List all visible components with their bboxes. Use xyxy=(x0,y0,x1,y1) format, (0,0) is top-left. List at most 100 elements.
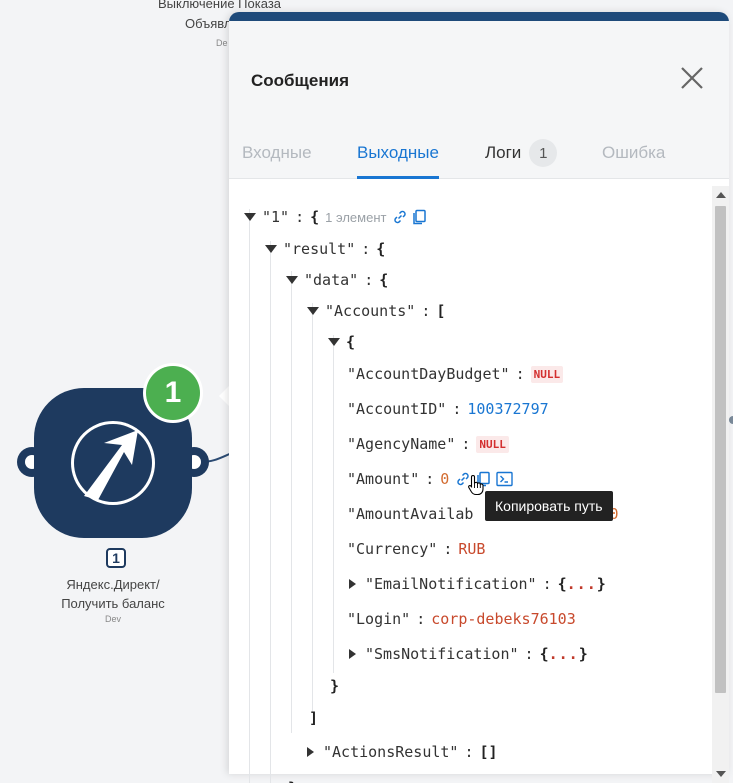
collapse-toggle[interactable] xyxy=(328,338,340,346)
operations-count-badge[interactable]: 1 xyxy=(146,366,200,420)
tree-colon: : xyxy=(542,575,552,593)
panel-header: Сообщения xyxy=(229,21,729,129)
tree-colon: : xyxy=(421,302,431,320)
node-dev-label: Dev xyxy=(104,614,121,624)
expand-toggle[interactable] xyxy=(349,579,356,589)
tree-row-sms-notification: "SmsNotification" : { ... } xyxy=(349,643,588,665)
tab-input[interactable]: Входные xyxy=(242,128,312,178)
tree-key: "1" xyxy=(262,208,290,226)
tree-brace: { xyxy=(376,240,386,258)
node-index-badge: 1 xyxy=(106,548,126,568)
tree-row-amount: "Amount" : 0 xyxy=(347,468,514,490)
collapse-toggle[interactable] xyxy=(307,307,319,315)
tree-guide xyxy=(291,271,292,733)
tree-colon: : xyxy=(515,365,525,383)
tree-key: "AccountDayBudget" xyxy=(347,365,510,383)
tree-row-accounts-close: ] xyxy=(309,707,318,729)
collapse-toggle[interactable] xyxy=(286,276,298,284)
tree-brace: { xyxy=(379,271,389,289)
tree-row-email-notification: "EmailNotification" : { ... } xyxy=(349,573,606,595)
tree-key: "Login" xyxy=(347,610,411,628)
collapsed-ellipsis[interactable]: ... xyxy=(567,575,597,593)
scroll-down-arrow-icon[interactable] xyxy=(716,771,726,777)
tree-key: "Amount" xyxy=(347,470,420,488)
tree-colon: : xyxy=(295,208,305,226)
close-icon[interactable] xyxy=(679,65,705,91)
tree-brace: { xyxy=(346,333,356,351)
expand-toggle[interactable] xyxy=(349,649,356,659)
tree-guide xyxy=(333,335,334,673)
collapse-toggle[interactable] xyxy=(244,213,256,221)
tree-row-item: { xyxy=(328,331,355,353)
tree-brace: } xyxy=(596,575,606,593)
tree-colon: : xyxy=(364,271,374,289)
tree-brace: { xyxy=(539,645,549,663)
tab-bar: Входные Выходные Логи 1 Ошибка xyxy=(229,128,729,179)
tree-empty-array: [] xyxy=(479,743,498,761)
tree-key: "EmailNotification" xyxy=(365,575,537,593)
tree-brace: } xyxy=(330,677,340,695)
bg-node-label: Выключение Показа xyxy=(158,0,282,11)
tab-logs[interactable]: Логи 1 xyxy=(485,128,558,178)
tree-key: "AccountID" xyxy=(347,400,447,418)
tree-brace: } xyxy=(288,779,297,783)
tree-row-result: "result" : { xyxy=(265,238,385,260)
tab-output[interactable]: Выходные xyxy=(357,128,439,179)
copy-path-tooltip: Копировать путь xyxy=(485,491,613,521)
collapsed-ellipsis[interactable]: ... xyxy=(549,645,579,663)
tree-row-currency: "Currency" : RUB xyxy=(347,538,485,560)
tree-key: "AmountAvailab xyxy=(347,505,474,523)
tree-row-login: "Login" : corp-debeks76103 xyxy=(347,608,576,630)
tree-row-item-close: } xyxy=(330,675,339,697)
tree-key: "AgencyName" xyxy=(347,435,456,453)
tree-colon: : xyxy=(461,435,471,453)
tab-error[interactable]: Ошибка xyxy=(602,128,665,178)
scroll-thumb[interactable] xyxy=(715,206,726,693)
scroll-up-arrow-icon[interactable] xyxy=(716,192,726,198)
tree-colon: : xyxy=(425,470,435,488)
expand-toggle[interactable] xyxy=(307,747,314,757)
tree-row-account-id: "AccountID" : 100372797 xyxy=(347,398,549,420)
scrollbar[interactable] xyxy=(712,186,729,783)
terminal-icon[interactable] xyxy=(496,471,514,487)
tree-row-account-day-budget: "AccountDayBudget" : NULL xyxy=(347,363,564,385)
bg-node-dev: De xyxy=(216,38,228,48)
tree-guide xyxy=(249,209,250,783)
tree-row-root: "1" : { 1 элемент xyxy=(244,206,427,228)
tree-colon: : xyxy=(524,645,534,663)
items-count: 1 элемент xyxy=(325,209,387,225)
string-value: corp-debeks76103 xyxy=(431,610,576,628)
tree-colon: : xyxy=(452,400,462,418)
tab-logs-label: Логи xyxy=(485,143,522,162)
tree-colon: : xyxy=(443,540,453,558)
copy-icon[interactable] xyxy=(411,209,427,225)
tree-colon: : xyxy=(464,743,474,761)
tree-key: "ActionsResult" xyxy=(323,743,459,761)
tree-row-data: "data" : { xyxy=(286,269,388,291)
messages-panel: Сообщения Входные Выходные Логи 1 Ошибка… xyxy=(229,12,729,783)
tree-bracket: [ xyxy=(436,302,446,320)
tree-row-agency-name: "AgencyName" : NULL xyxy=(347,433,509,455)
tree-key: "SmsNotification" xyxy=(365,645,519,663)
tree-row-accounts: "Accounts" : [ xyxy=(307,300,445,322)
tree-brace: } xyxy=(578,645,588,663)
tree-guide xyxy=(270,241,271,783)
tree-row-actions-result: "ActionsResult" : [] xyxy=(307,741,498,763)
tree-brace: { xyxy=(310,208,320,226)
null-value: NULL xyxy=(476,435,509,453)
hand-cursor-icon xyxy=(468,474,484,496)
number-value: 0 xyxy=(440,470,450,488)
panel-title: Сообщения xyxy=(251,71,349,90)
tree-brace: { xyxy=(557,575,567,593)
tree-key: "data" xyxy=(304,271,359,289)
tree-key: "Accounts" xyxy=(325,302,416,320)
node-label: Яндекс.Директ/ Получить баланс xyxy=(61,577,165,611)
string-value: RUB xyxy=(458,540,486,558)
link-icon[interactable] xyxy=(392,209,408,225)
tree-key: "result" xyxy=(283,240,356,258)
tree-colon: : xyxy=(361,240,371,258)
collapse-toggle[interactable] xyxy=(265,245,277,253)
tree-row-data-close: } xyxy=(288,777,297,783)
null-value: NULL xyxy=(530,365,564,383)
tree-bracket: ] xyxy=(309,709,319,727)
